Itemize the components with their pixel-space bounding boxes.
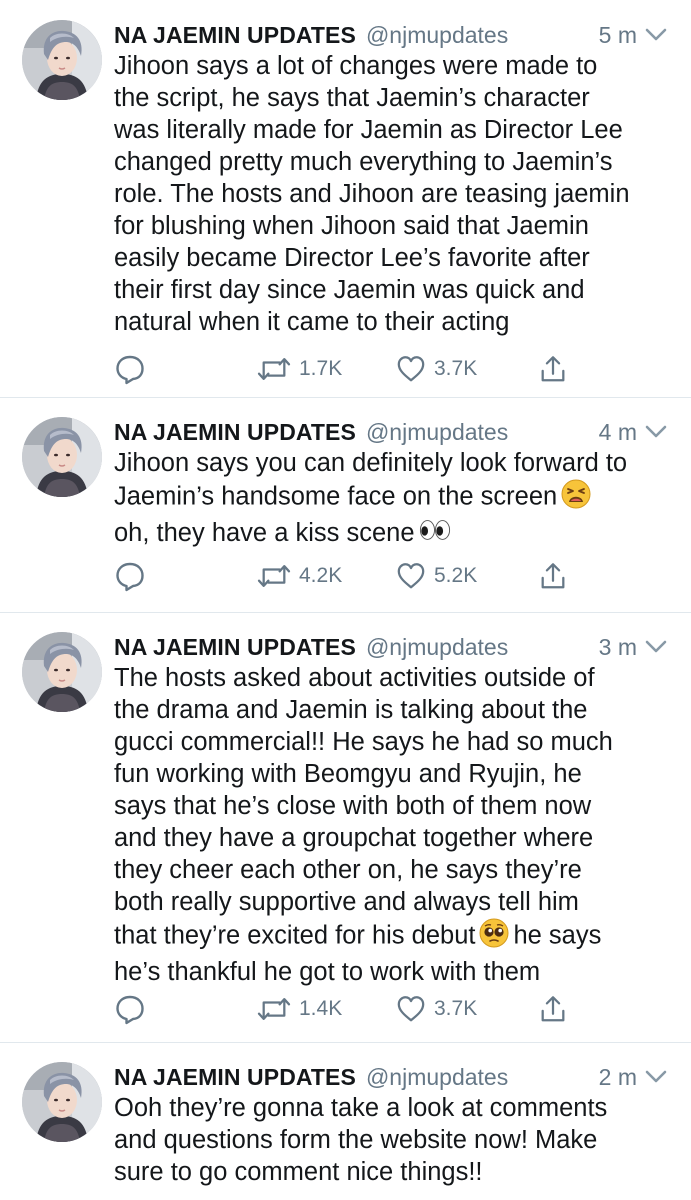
tweet-timestamp[interactable]: 5 m [599,18,637,52]
tweet-text-line: and questions form the website now! Make [114,1126,598,1154]
tweet-timestamp[interactable]: 4 m [599,415,637,449]
share-icon [538,561,568,591]
timeline: NA JAEMIN UPDATES @njmupdates 5 m Jihoon … [0,0,691,1200]
retweet-count: 4.2K [299,564,343,587]
tweet-text-line: both really supportive and always tell h… [114,888,579,916]
reply-button[interactable] [114,349,146,389]
like-button[interactable]: 5.2K [396,556,477,596]
tweet-text-line: the drama and Jaemin is talking about th… [114,696,588,724]
heart-icon [396,994,426,1024]
retweet-count: 1.7K [299,357,343,380]
share-icon [538,354,568,384]
display-name[interactable]: NA JAEMIN UPDATES [114,1064,356,1090]
user-handle[interactable]: @njmupdates [366,22,508,48]
tweet-header: NA JAEMIN UPDATES @njmupdates 4 m [114,415,669,449]
tweet-text-line: that they’re excited for his debut [114,921,476,950]
avatar[interactable] [22,632,102,712]
chevron-down-icon[interactable] [643,18,669,52]
tweet[interactable]: NA JAEMIN UPDATES @njmupdates 3 m The hos… [0,612,691,1043]
user-handle[interactable]: @njmupdates [366,419,508,445]
chevron-down-icon[interactable] [643,415,669,449]
eyes-emoji [419,518,451,550]
retweet-button[interactable]: 4.2K [257,556,342,596]
tweet-text: Jihoon says you can definitely look forw… [114,447,684,550]
tweet-text-line: they cheer each other on, he says they’r… [114,856,582,884]
tweet-actions: 1.4K 3.7K [114,989,674,1029]
tweet-text: Ooh they’re gonna take a look at comment… [114,1092,684,1188]
tweet-header: NA JAEMIN UPDATES @njmupdates 2 m [114,1060,669,1094]
pleading-face-emoji [479,918,509,956]
share-button[interactable] [538,989,568,1029]
heart-icon [396,561,426,591]
display-name[interactable]: NA JAEMIN UPDATES [114,419,356,445]
tweet-header: NA JAEMIN UPDATES @njmupdates 3 m [114,630,669,664]
like-count: 5.2K [434,564,478,587]
tweet-text-line: and they have a groupchat together where [114,824,594,852]
avatar[interactable] [22,1062,102,1142]
tweet-text-line: gucci commercial!! He says he had so muc… [114,728,613,756]
tweet-text-line: the script, he says that Jaemin’s charac… [114,84,590,112]
reply-icon [114,993,146,1025]
tweet-text-line: changed pretty much everything to Jaemin… [114,148,613,176]
share-icon [538,994,568,1024]
tweet-text-line: was literally made for Jaemin as Directo… [114,116,623,144]
retweet-button[interactable]: 1.7K [257,349,342,389]
tweet-actions: 4.2K 5.2K [114,556,674,596]
retweet-icon [257,994,291,1024]
display-name[interactable]: NA JAEMIN UPDATES [114,22,356,48]
avatar[interactable] [22,20,102,100]
tweet-timestamp[interactable]: 3 m [599,630,637,664]
tweet-text-line: Jihoon says you can definitely look forw… [114,449,628,477]
tweet[interactable]: NA JAEMIN UPDATES @njmupdates 2 m Ooh the… [0,1042,691,1200]
tweet-timestamp[interactable]: 2 m [599,1060,637,1094]
retweet-icon [257,561,291,591]
reply-icon [114,560,146,592]
like-button[interactable]: 3.7K [396,989,477,1029]
tweet-text-line: says that he’s close with both of them n… [114,792,592,820]
share-button[interactable] [538,556,568,596]
tweet-text-line: Ooh they’re gonna take a look at comment… [114,1094,608,1122]
tweet-text-line: easily became Director Lee’s favorite af… [114,244,590,272]
share-button[interactable] [538,349,568,389]
tweet-text-line: sure to go comment nice things!! [114,1158,483,1186]
reply-button[interactable] [114,556,146,596]
reply-button[interactable] [114,989,146,1029]
tweet-header: NA JAEMIN UPDATES @njmupdates 5 m [114,18,669,52]
tweet-text-line: their first day since Jaemin was quick a… [114,276,585,304]
like-count: 3.7K [434,997,478,1020]
tweet-text-line: The hosts asked about activities outside… [114,664,595,692]
tweet-text-line: fun working with Beomgyu and Ryujin, he [114,760,582,788]
tweet-text: The hosts asked about activities outside… [114,662,684,988]
tweet-text-line: for blushing when Jihoon said that Jaemi… [114,212,589,240]
tweet-text-line: role. The hosts and Jihoon are teasing j… [114,180,630,208]
weary-face-emoji [561,479,591,517]
tweet[interactable]: NA JAEMIN UPDATES @njmupdates 5 m Jihoon … [0,0,691,398]
tweet-text: Jihoon says a lot of changes were made t… [114,50,684,338]
heart-icon [396,354,426,384]
user-handle[interactable]: @njmupdates [366,634,508,660]
like-button[interactable]: 3.7K [396,349,477,389]
reply-icon [114,353,146,385]
tweet-text-line: Jihoon says a lot of changes were made t… [114,52,598,80]
tweet-text-line: oh, they have a kiss scene [114,519,415,547]
tweet[interactable]: NA JAEMIN UPDATES @njmupdates 4 m Jihoon … [0,397,691,613]
tweet-actions: 1.7K 3.7K [114,349,674,389]
tweet-text-line: Jaemin’s handsome face on the screen [114,482,558,511]
chevron-down-icon[interactable] [643,630,669,664]
retweet-button[interactable]: 1.4K [257,989,342,1029]
retweet-icon [257,354,291,384]
chevron-down-icon[interactable] [643,1060,669,1094]
tweet-text-line: natural when it came to their acting [114,308,510,336]
avatar[interactable] [22,417,102,497]
like-count: 3.7K [434,357,478,380]
user-handle[interactable]: @njmupdates [366,1064,508,1090]
retweet-count: 1.4K [299,997,343,1020]
tweet-text-line: he says [513,921,602,950]
tweet-text-line: he’s thankful he got to work with them [114,958,541,986]
display-name[interactable]: NA JAEMIN UPDATES [114,634,356,660]
